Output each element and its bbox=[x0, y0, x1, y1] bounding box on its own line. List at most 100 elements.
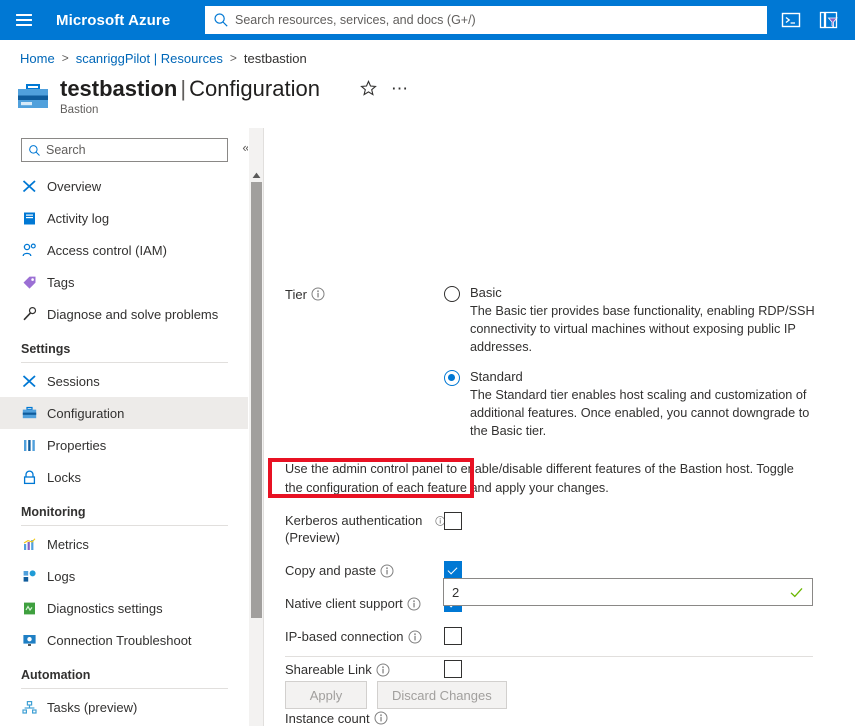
sidebar-item-connection-troubleshoot[interactable]: Connection Troubleshoot bbox=[0, 624, 248, 656]
properties-icon bbox=[21, 437, 38, 454]
sidebar-item-configuration[interactable]: Configuration bbox=[0, 397, 248, 429]
green-check-icon bbox=[790, 587, 803, 597]
info-icon[interactable] bbox=[380, 564, 394, 578]
sidebar-item-diagnostics-settings[interactable]: Diagnostics settings bbox=[0, 592, 248, 624]
form-actions: Apply Discard Changes bbox=[285, 681, 507, 709]
breadcrumb-separator: > bbox=[61, 51, 69, 65]
feature-label: Kerberos authentication (Preview) bbox=[285, 513, 423, 545]
nav-group-automation-items: Tasks (preview) bbox=[0, 691, 248, 723]
access-control-icon bbox=[21, 242, 38, 259]
info-icon[interactable] bbox=[374, 711, 388, 725]
search-icon bbox=[214, 13, 228, 27]
info-icon[interactable] bbox=[407, 597, 421, 611]
feature-label: Native client support bbox=[285, 596, 403, 611]
logs-icon bbox=[21, 568, 38, 585]
tasks-icon bbox=[21, 699, 38, 716]
apply-button[interactable]: Apply bbox=[285, 681, 367, 709]
sidebar-item-locks[interactable]: Locks bbox=[0, 461, 248, 493]
sidebar-item-label: Diagnose and solve problems bbox=[47, 306, 219, 322]
sidebar-item-label: Overview bbox=[47, 178, 102, 194]
feature-label: Shareable Link bbox=[285, 662, 372, 677]
nav-group-settings-items: Sessions Configuration Properties Locks bbox=[0, 365, 248, 493]
ellipsis-icon[interactable]: ⋯ bbox=[391, 80, 409, 97]
page-title-row: testbastion | Configuration Bastion bbox=[16, 76, 320, 116]
feature-row-shareable-link: Shareable Link bbox=[285, 661, 390, 678]
star-icon[interactable] bbox=[360, 80, 377, 97]
feature-row-kerberos-authentication: Kerberos authentication (Preview) bbox=[285, 512, 445, 546]
sidebar-item-label: Locks bbox=[47, 469, 81, 485]
nav-group-monitoring-items: Metrics Logs Diagnostics settings Connec… bbox=[0, 528, 248, 656]
sidebar-item-label: Sessions bbox=[47, 373, 100, 389]
scrollbar-thumb[interactable] bbox=[251, 182, 262, 618]
sidebar-item-label: Properties bbox=[47, 437, 107, 453]
checkbox-ip-based-connection[interactable] bbox=[444, 627, 462, 645]
search-icon bbox=[29, 144, 40, 156]
sidebar-item-label: Metrics bbox=[47, 536, 89, 552]
hamburger-icon[interactable] bbox=[0, 0, 48, 40]
tier-option-description: The Basic tier provides base functionali… bbox=[470, 304, 815, 354]
radio-basic[interactable] bbox=[444, 286, 460, 302]
info-icon[interactable] bbox=[376, 663, 390, 677]
checkbox-kerberos-authentication[interactable] bbox=[444, 512, 462, 530]
nav-group-divider bbox=[21, 688, 228, 689]
sidebar-item-activity-log[interactable]: Activity log bbox=[0, 202, 248, 234]
radio-standard[interactable] bbox=[444, 370, 460, 386]
sidebar-item-diagnose[interactable]: Diagnose and solve problems bbox=[0, 298, 248, 330]
sidebar-item-overview[interactable]: Overview bbox=[0, 170, 248, 202]
breadcrumb-item-current: testbastion bbox=[243, 50, 307, 66]
scroll-up-arrow-icon[interactable] bbox=[249, 168, 263, 182]
global-search-input[interactable]: Search resources, services, and docs (G+… bbox=[205, 6, 767, 34]
feature-row-native-client-support: Native client support bbox=[285, 595, 421, 612]
checkbox-copy-and-paste[interactable] bbox=[444, 561, 462, 579]
feature-row-copy-and-paste: Copy and paste bbox=[285, 562, 394, 579]
nav-group-automation: Automation bbox=[0, 668, 248, 689]
directories-subscriptions-filter-icon[interactable] bbox=[817, 8, 841, 32]
left-nav-panel: Search Overview Activity log Access cont… bbox=[0, 128, 248, 726]
sessions-icon bbox=[21, 373, 38, 390]
title-actions: ⋯ bbox=[360, 80, 409, 97]
sidebar-item-label: Connection Troubleshoot bbox=[47, 632, 192, 648]
tier-option-basic[interactable]: Basic The Basic tier provides base funct… bbox=[444, 284, 824, 356]
sidebar-item-tags[interactable]: Tags bbox=[0, 266, 248, 298]
tags-icon bbox=[21, 274, 38, 291]
instance-count-value: 2 bbox=[452, 584, 460, 600]
sidebar-item-label: Diagnostics settings bbox=[47, 600, 163, 616]
locks-icon bbox=[21, 469, 38, 486]
overview-icon bbox=[21, 178, 38, 195]
tier-option-standard[interactable]: Standard The Standard tier enables host … bbox=[444, 368, 824, 440]
feature-label: IP-based connection bbox=[285, 629, 404, 644]
sidebar-scrollbar[interactable] bbox=[249, 128, 263, 726]
cloud-shell-icon[interactable] bbox=[779, 8, 803, 32]
breadcrumb-item-resources[interactable]: scanriggPilot | Resources bbox=[76, 51, 223, 66]
sidebar-item-metrics[interactable]: Metrics bbox=[0, 528, 248, 560]
activity-log-icon bbox=[21, 210, 38, 227]
info-icon[interactable] bbox=[408, 630, 422, 644]
discard-changes-button[interactable]: Discard Changes bbox=[377, 681, 507, 709]
title-separator: | bbox=[180, 76, 187, 101]
resource-name: testbastion bbox=[60, 76, 178, 101]
sidebar-item-access-control[interactable]: Access control (IAM) bbox=[0, 234, 248, 266]
nav-group-title: Monitoring bbox=[21, 505, 86, 519]
sidebar-item-tasks[interactable]: Tasks (preview) bbox=[0, 691, 248, 723]
info-icon[interactable] bbox=[311, 287, 325, 301]
diagnostics-settings-icon bbox=[21, 600, 38, 617]
configuration-form: Tier Basic The Basic tier provides base … bbox=[264, 128, 855, 726]
sidebar-item-sessions[interactable]: Sessions bbox=[0, 365, 248, 397]
top-bar-actions bbox=[779, 0, 849, 40]
global-search-placeholder: Search resources, services, and docs (G+… bbox=[235, 13, 476, 27]
azure-top-bar: Microsoft Azure Search resources, servic… bbox=[0, 0, 855, 40]
instance-count-label-row: Instance count bbox=[285, 711, 388, 726]
sidebar-item-label: Logs bbox=[47, 568, 76, 584]
tier-radio-group: Basic The Basic tier provides base funct… bbox=[444, 284, 824, 440]
chevron-double-left-icon[interactable]: « bbox=[238, 138, 248, 156]
breadcrumb-item-home[interactable]: Home bbox=[20, 51, 55, 66]
sidebar-item-properties[interactable]: Properties bbox=[0, 429, 248, 461]
checkbox-shareable-link[interactable] bbox=[444, 660, 462, 678]
brand-title[interactable]: Microsoft Azure bbox=[56, 12, 170, 29]
feature-row-ip-based-connection: IP-based connection bbox=[285, 628, 422, 645]
connection-troubleshoot-icon bbox=[21, 632, 38, 649]
sidebar-item-logs[interactable]: Logs bbox=[0, 560, 248, 592]
bastion-resource-icon bbox=[18, 84, 48, 108]
sidebar-search-input[interactable]: Search bbox=[21, 138, 228, 162]
instance-count-input[interactable]: 2 bbox=[443, 578, 813, 606]
